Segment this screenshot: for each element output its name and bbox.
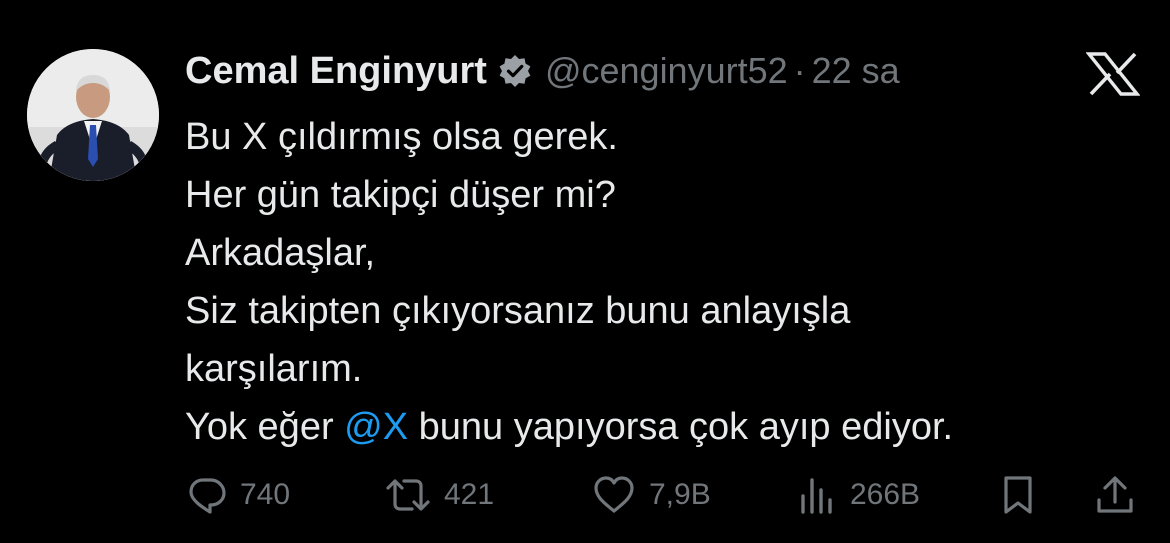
share-button[interactable] [1094, 470, 1136, 520]
tweet-line: Siz takipten çıkıyorsanız bunu anlayışla [185, 290, 851, 332]
tweet-text: Bu X çıldırmış olsa gerek. Her gün takip… [185, 108, 1145, 456]
repost-button[interactable]: 421 [384, 470, 494, 520]
tweet-time[interactable]: 22 sa [812, 50, 900, 92]
reply-button[interactable]: 740 [186, 470, 290, 520]
bookmark-icon [998, 474, 1038, 516]
repost-icon [384, 474, 432, 516]
avatar[interactable] [27, 49, 159, 181]
tweet-header: Cemal Enginyurt @cenginyurt52 · 22 sa [185, 48, 900, 94]
tweet-line-with-mention: Yok eğer @X bunu yapıyorsa çok ayıp ediy… [185, 398, 1145, 456]
author-handle[interactable]: @cenginyurt52 [545, 50, 788, 92]
tweet-line: karşılarım. [185, 348, 363, 390]
views-icon [796, 474, 838, 516]
x-logo-icon[interactable] [1085, 52, 1141, 96]
tweet[interactable]: Cemal Enginyurt @cenginyurt52 · 22 sa Bu… [0, 0, 1170, 543]
verified-badge-icon[interactable] [497, 53, 533, 89]
text-before-mention: Yok eğer [185, 406, 345, 448]
action-bar: 740 421 7,9B 266B [186, 470, 1136, 520]
reply-icon [186, 474, 228, 516]
mention-link[interactable]: @X [344, 406, 408, 448]
bookmark-button[interactable] [998, 470, 1038, 520]
tweet-line: Arkadaşlar, [185, 232, 376, 274]
like-count: 7,9B [649, 478, 711, 511]
views-count: 266B [850, 478, 921, 511]
tweet-line: Her gün takipçi düşer mi? [185, 174, 616, 216]
like-button[interactable]: 7,9B [591, 470, 711, 520]
author-name[interactable]: Cemal Enginyurt [185, 50, 487, 93]
views-button[interactable]: 266B [796, 470, 920, 520]
like-icon [591, 474, 637, 516]
tweet-line: Bu X çıldırmış olsa gerek. [185, 116, 618, 158]
share-icon [1094, 474, 1136, 516]
separator-dot: · [793, 50, 806, 91]
reply-count: 740 [240, 478, 291, 511]
repost-count: 421 [444, 478, 495, 511]
text-after-mention: bunu yapıyorsa çok ayıp ediyor. [408, 406, 954, 448]
